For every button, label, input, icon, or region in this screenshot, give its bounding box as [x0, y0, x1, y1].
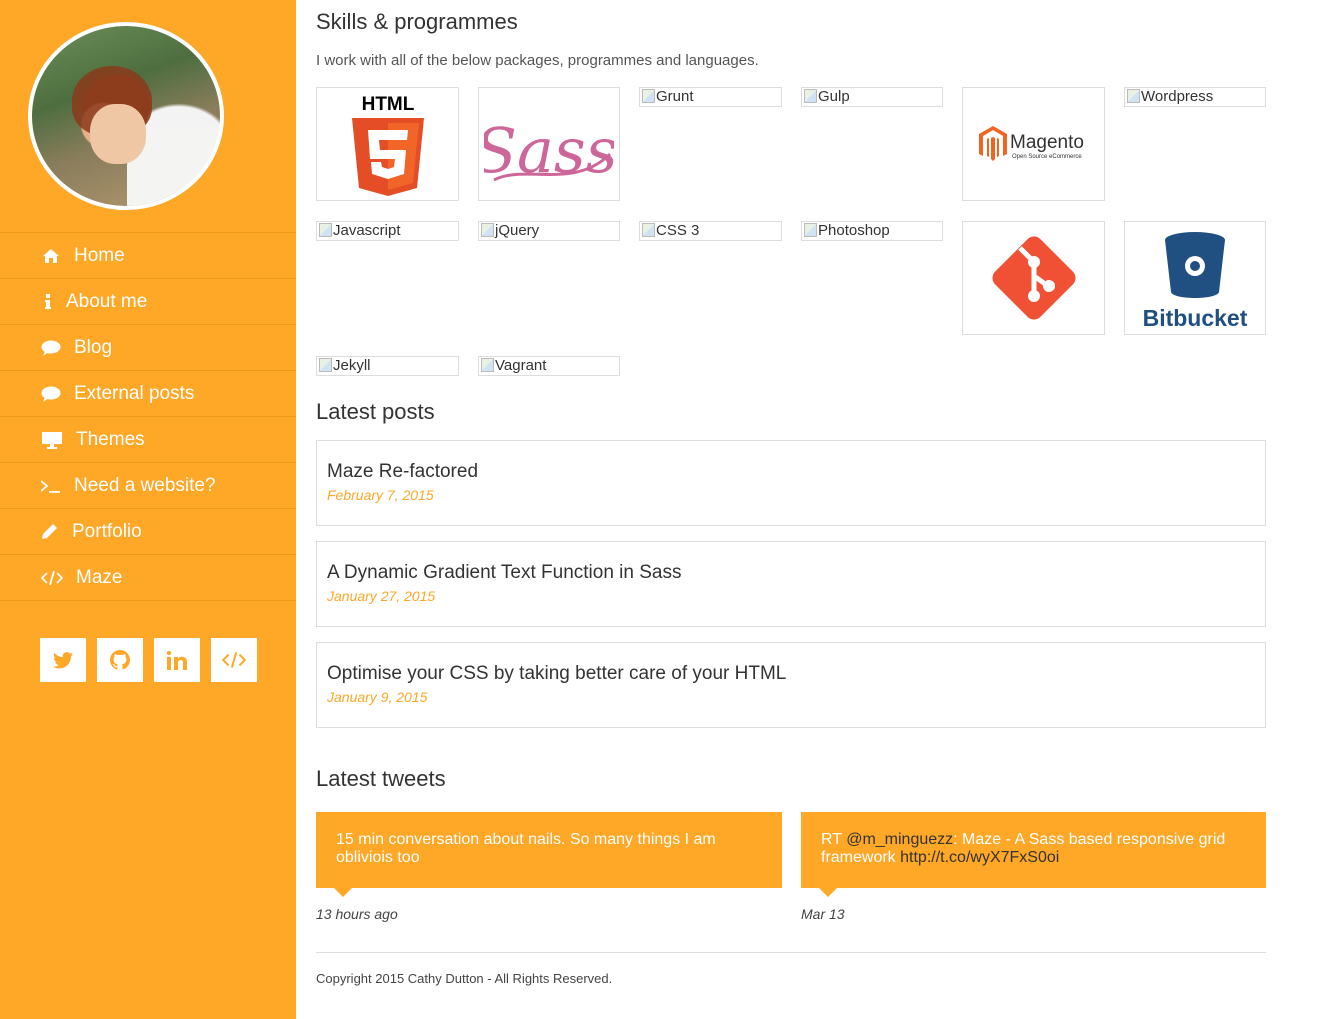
sidebar-item-blog[interactable]: Blog	[0, 325, 296, 371]
footer-divider	[316, 952, 1266, 953]
bitbucket-logo: Bitbucket	[1143, 232, 1248, 330]
skill-image-gulp: Gulp	[801, 87, 943, 107]
sidebar-item-label: About me	[66, 290, 148, 312]
pencil-icon	[40, 523, 58, 540]
sidebar-item-label: External posts	[74, 382, 195, 404]
post-card[interactable]: Maze Re-factored February 7, 2015	[316, 440, 1266, 526]
skills-description: I work with all of the below packages, p…	[316, 52, 759, 69]
svg-text:Magento: Magento	[1010, 132, 1084, 153]
tweet-link[interactable]: http://t.co/wyX7FxS0oi	[900, 849, 1059, 866]
skill-image-jquery: jQuery	[478, 221, 620, 241]
sidebar-item-label: Portfolio	[72, 520, 142, 542]
linkedin-icon	[167, 650, 187, 670]
skill-image-jekyll: Jekyll	[316, 356, 459, 376]
social-links	[40, 638, 257, 682]
github-button[interactable]	[97, 638, 143, 682]
skills-heading: Skills & programmes	[316, 9, 518, 34]
terminal-icon	[40, 479, 62, 493]
skill-image-css3: CSS 3	[639, 221, 782, 241]
latest-tweets-heading: Latest tweets	[316, 766, 446, 791]
code-icon	[222, 652, 246, 668]
sidebar-item-external-posts[interactable]: External posts	[0, 371, 296, 417]
sidebar-nav: Home About me Blog External posts Themes…	[0, 232, 296, 601]
twitter-icon	[53, 651, 73, 668]
svg-text:HTML: HTML	[361, 94, 414, 115]
profile-avatar	[28, 22, 224, 210]
sidebar-item-portfolio[interactable]: Portfolio	[0, 509, 296, 555]
post-title[interactable]: A Dynamic Gradient Text Function in Sass	[327, 562, 1255, 584]
linkedin-button[interactable]	[154, 638, 200, 682]
tweet-bubble: RT @m_minguezz: Maze - A Sass based resp…	[801, 812, 1266, 897]
post-date: February 7, 2015	[327, 487, 434, 503]
sidebar-item-label: Themes	[76, 428, 145, 450]
sidebar-item-label: Maze	[76, 566, 123, 588]
tweet-mention[interactable]: @m_minguezz	[846, 831, 953, 848]
sidebar-item-label: Need a website?	[74, 474, 216, 496]
sidebar-item-about[interactable]: About me	[0, 279, 296, 325]
sidebar-item-home[interactable]: Home	[0, 233, 296, 279]
post-card[interactable]: Optimise your CSS by taking better care …	[316, 642, 1266, 728]
comment-icon	[40, 340, 62, 356]
sidebar-item-need-a-website[interactable]: Need a website?	[0, 463, 296, 509]
git-logo	[991, 236, 1076, 320]
skill-logo-git	[962, 221, 1105, 335]
skill-image-vagrant: Vagrant	[478, 356, 620, 376]
sidebar-item-themes[interactable]: Themes	[0, 417, 296, 463]
code-icon	[40, 570, 64, 586]
post-card[interactable]: A Dynamic Gradient Text Function in Sass…	[316, 541, 1266, 627]
skill-image-photoshop: Photoshop	[801, 221, 943, 241]
copyright-text: Copyright 2015 Cathy Dutton - All Rights…	[316, 971, 613, 986]
home-icon	[40, 248, 62, 264]
skill-logo-html: HTML	[316, 87, 459, 201]
code-button[interactable]	[211, 638, 257, 682]
tweet-text: 15 min conversation about nails. So many…	[336, 831, 716, 866]
skill-logo-magento: Magento Open Source eCommerce	[962, 87, 1105, 201]
sidebar-item-label: Blog	[74, 336, 113, 358]
skill-image-grunt: Grunt	[639, 87, 782, 107]
tweet-time: 13 hours ago	[316, 906, 398, 922]
github-icon	[110, 650, 130, 670]
svg-text:Bitbucket: Bitbucket	[1143, 305, 1248, 330]
info-icon	[40, 293, 56, 310]
latest-posts-heading: Latest posts	[316, 399, 435, 424]
skill-logo-sass: Sass	[478, 87, 620, 201]
skill-image-wordpress: Wordpress	[1124, 87, 1266, 107]
magento-logo: Magento Open Source eCommerce	[978, 126, 1084, 161]
tweet-time: Mar 13	[801, 906, 845, 922]
comment-icon	[40, 386, 62, 402]
post-title[interactable]: Maze Re-factored	[327, 461, 1255, 483]
skill-image-javascript: Javascript	[316, 221, 459, 241]
post-date: January 9, 2015	[327, 689, 428, 705]
skill-logo-bitbucket: Bitbucket	[1124, 221, 1266, 335]
sass-logo: Sass	[484, 114, 614, 187]
svg-text:Open Source eCommerce: Open Source eCommerce	[1012, 154, 1082, 160]
sidebar-item-label: Home	[74, 244, 125, 266]
post-date: January 27, 2015	[327, 588, 436, 604]
tweet-prefix: RT	[821, 831, 847, 848]
desktop-icon	[40, 431, 64, 449]
sidebar-item-maze[interactable]: Maze	[0, 555, 296, 601]
html5-logo: HTML	[351, 94, 424, 196]
tweet-bubble: 15 min conversation about nails. So many…	[316, 812, 782, 897]
twitter-button[interactable]	[40, 638, 86, 682]
post-title[interactable]: Optimise your CSS by taking better care …	[327, 663, 1255, 685]
sidebar: Home About me Blog External posts Themes…	[0, 0, 296, 1019]
